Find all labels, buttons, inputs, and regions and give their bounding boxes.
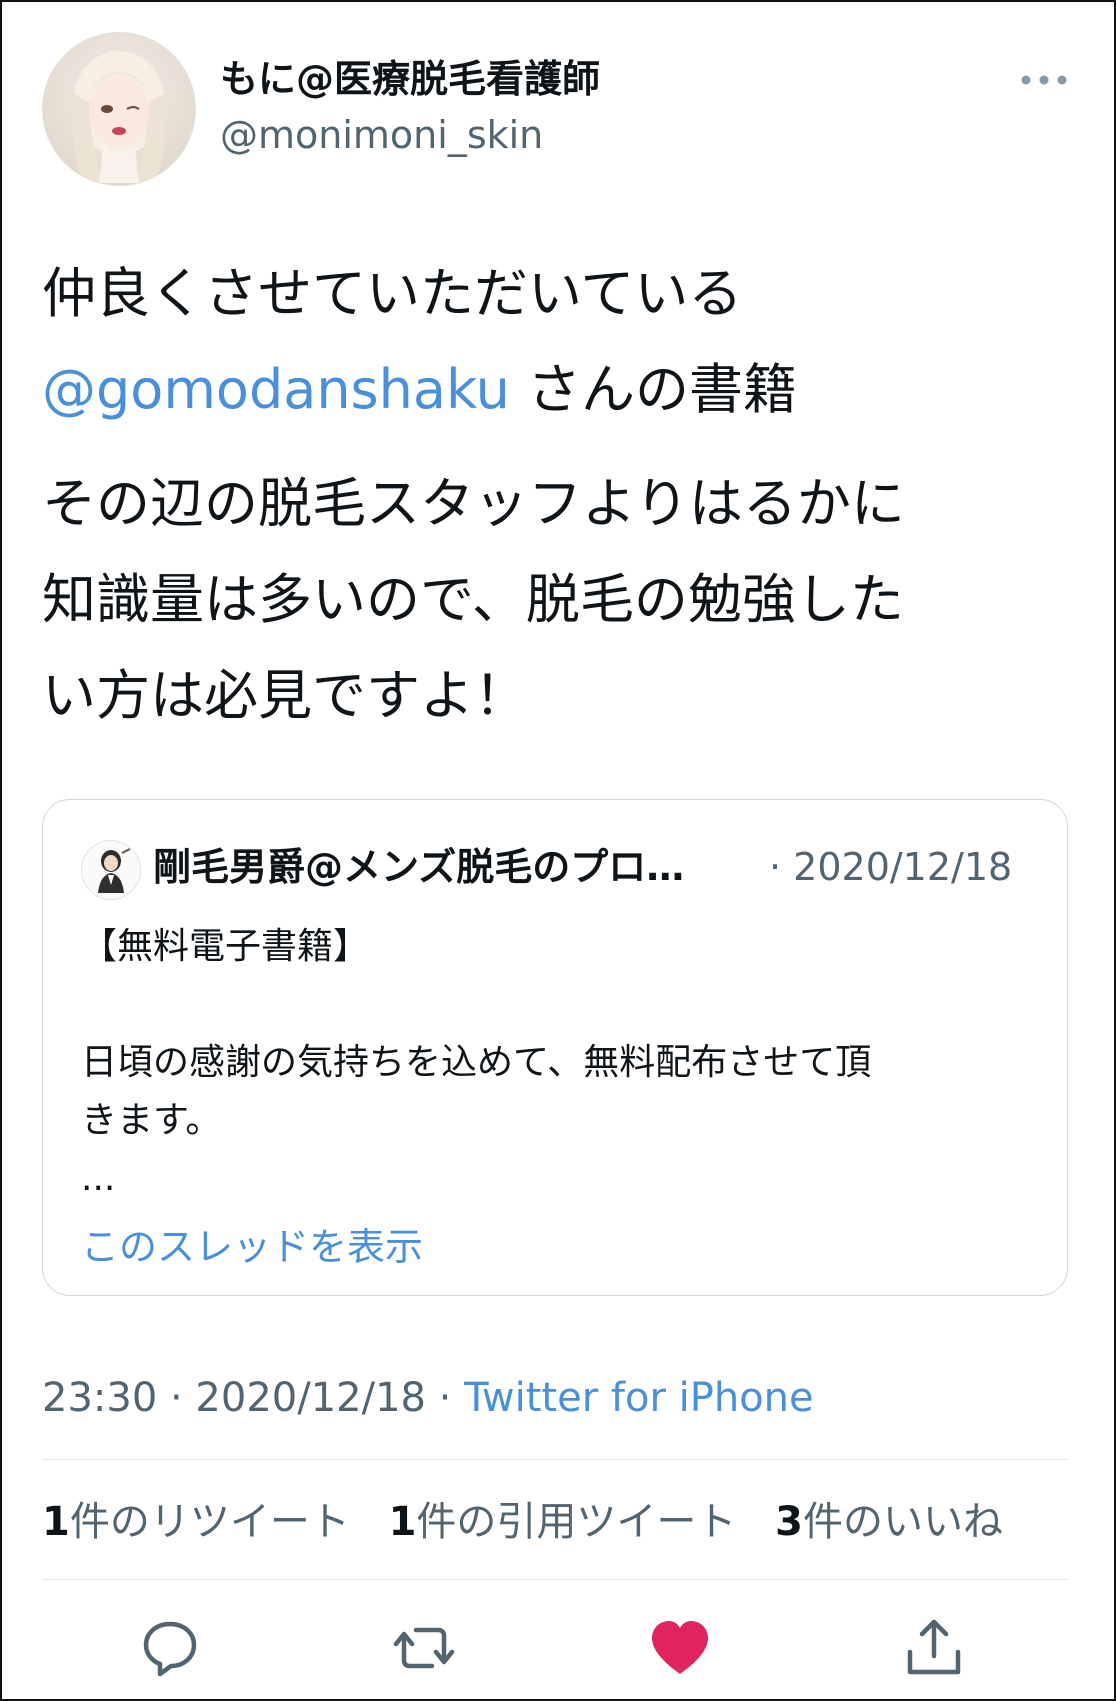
- tweet-paragraph: その辺の脱毛スタッフよりはるかに 知識量は多いので、脱毛の勉強した い方は必見で…: [42, 456, 1078, 744]
- reply-icon[interactable]: [138, 1616, 202, 1680]
- quoted-line: 【無料電子書籍】: [81, 926, 370, 967]
- tweet-line: い方は必見ですよ！: [42, 664, 528, 727]
- tweet-line: 仲良くさせていただいている: [42, 262, 743, 325]
- tweet-text: 仲良くさせていただいている @gomodanshaku さんの書籍 その辺の脱毛…: [42, 246, 1078, 744]
- quoted-author-name: 剛毛男爵@メンズ脱毛のプロ…: [153, 845, 685, 889]
- divider: [42, 1459, 1068, 1460]
- tweet-line: @gomodanshaku さんの書籍: [42, 342, 1078, 438]
- quoted-line: きます。: [81, 1100, 222, 1141]
- tweet-timestamp[interactable]: 23:30 · 2020/12/18 ·: [42, 1375, 464, 1421]
- tweet-line: その辺の脱毛スタッフよりはるかに: [42, 472, 905, 535]
- quoted-line: 日頃の感謝の気持ちを込めて、無料配布させて頂: [81, 1042, 872, 1083]
- author-handle[interactable]: @monimoni_skin: [220, 110, 543, 160]
- more-icon[interactable]: [1016, 60, 1072, 100]
- quoted-author-avatar[interactable]: [81, 840, 141, 900]
- tweet-line-rest: さんの書籍: [509, 358, 798, 421]
- tweet-meta: 23:30 · 2020/12/18 · Twitter for iPhone: [42, 1372, 814, 1424]
- share-icon[interactable]: [902, 1616, 966, 1680]
- tweet-stats: 1件のリツイート 1件の引用ツイート 3件のいいね: [42, 1496, 1029, 1548]
- tweet-line: 知識量は多いので、脱毛の勉強した: [42, 568, 904, 631]
- heart-icon[interactable]: [648, 1616, 712, 1680]
- quote-tweets-stat[interactable]: 1件の引用ツイート: [389, 1496, 737, 1548]
- quoted-tweet-body: 【無料電子書籍】 日頃の感謝の気持ちを込めて、無料配布させて頂 きます。 ...: [81, 918, 1041, 1208]
- quoted-tweet-date: · 2020/12/18: [769, 845, 1013, 889]
- mention-link[interactable]: @gomodanshaku: [42, 358, 510, 421]
- avatar-illustration: [72, 51, 166, 183]
- author-avatar[interactable]: [42, 32, 196, 186]
- quoted-avatar-illustration: [82, 841, 140, 899]
- retweet-icon[interactable]: [392, 1616, 456, 1680]
- tweet-detail-frame: もに@医療脱毛看護師 @monimoni_skin 仲良くさせていただいている …: [0, 0, 1116, 1701]
- retweets-stat[interactable]: 1件のリツイート: [42, 1496, 350, 1548]
- divider: [42, 1579, 1068, 1580]
- show-thread-link[interactable]: このスレッドを表示: [81, 1222, 423, 1272]
- author-display-name[interactable]: もに@医療脱毛看護師: [220, 54, 600, 104]
- likes-stat[interactable]: 3件のいいね: [775, 1496, 1003, 1548]
- quoted-tweet-card[interactable]: 剛毛男爵@メンズ脱毛のプロ… · 2020/12/18 【無料電子書籍】 日頃の…: [42, 799, 1068, 1296]
- quoted-line: ...: [81, 1158, 116, 1199]
- tweet-source-link[interactable]: Twitter for iPhone: [464, 1375, 814, 1421]
